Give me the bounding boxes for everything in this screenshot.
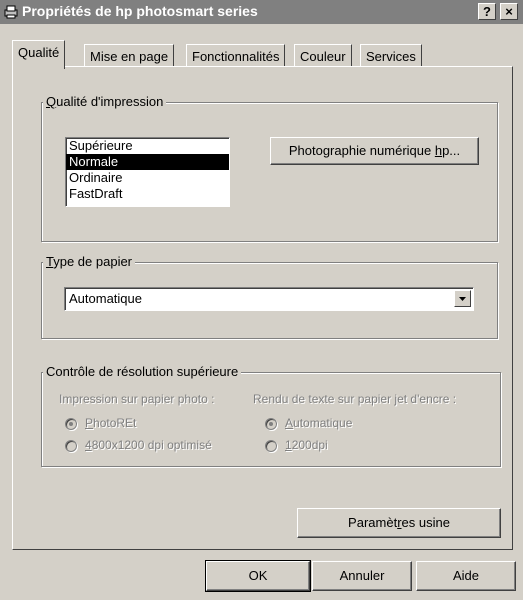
tab-panel: Qualité d'impression Supérieure Normale …: [12, 66, 513, 550]
paper-type-legend: Type de papier: [43, 254, 136, 269]
quality-option[interactable]: Ordinaire: [66, 170, 229, 186]
1200dpi-radio[interactable]: [265, 440, 277, 452]
photoret-radio[interactable]: [65, 418, 77, 430]
resolution-legend: Contrôle de résolution supérieure: [43, 364, 242, 379]
paper-type-select[interactable]: Automatique: [64, 287, 474, 311]
factory-defaults-button[interactable]: Paramètres usine: [297, 508, 501, 538]
auto-text-radio[interactable]: [265, 418, 277, 430]
printer-icon: [4, 5, 18, 19]
window-title: Propriétés de hp photosmart series: [22, 3, 258, 19]
chevron-down-icon: [459, 297, 466, 301]
cancel-button[interactable]: Annuler: [312, 561, 412, 591]
tab-label: Fonctionnalités: [192, 49, 280, 64]
close-button[interactable]: ×: [500, 3, 518, 20]
ok-button[interactable]: OK: [205, 560, 311, 592]
1200dpi-label: 1200dpi: [285, 438, 328, 452]
tab-label: Qualité: [18, 45, 60, 60]
auto-text-label: Automatique: [285, 416, 353, 430]
photoret-label: PhotoREt: [85, 416, 137, 430]
tab-label: Services: [366, 49, 416, 64]
photo-paper-label: Impression sur papier photo :: [59, 392, 215, 406]
quality-option-selected[interactable]: Normale: [66, 154, 229, 170]
tab-label: Couleur: [300, 49, 346, 64]
print-quality-legend: Qualité d'impression: [43, 94, 167, 109]
help-footer-button[interactable]: Aide: [416, 561, 516, 591]
quality-option[interactable]: FastDraft: [66, 186, 229, 202]
digital-photo-button[interactable]: Photographie numérique hp...: [270, 137, 479, 165]
properties-dialog: Propriétés de hp photosmart series ? × Q…: [0, 0, 523, 600]
quality-listbox[interactable]: Supérieure Normale Ordinaire FastDraft: [65, 137, 230, 207]
tab-qualite[interactable]: Qualité: [12, 40, 66, 69]
dropdown-arrow-button[interactable]: [454, 290, 471, 307]
quality-option[interactable]: Supérieure: [66, 138, 229, 154]
help-button[interactable]: ?: [478, 3, 496, 20]
inkjet-text-label: Rendu de texte sur papier jet d'encre :: [253, 392, 457, 406]
tab-label: Mise en page: [90, 49, 169, 64]
optimized-dpi-label: 4800x1200 dpi optimisé: [85, 438, 212, 452]
title-bar[interactable]: Propriétés de hp photosmart series ? ×: [0, 0, 523, 24]
optimized-dpi-radio[interactable]: [65, 440, 77, 452]
paper-type-value: Automatique: [69, 291, 142, 306]
